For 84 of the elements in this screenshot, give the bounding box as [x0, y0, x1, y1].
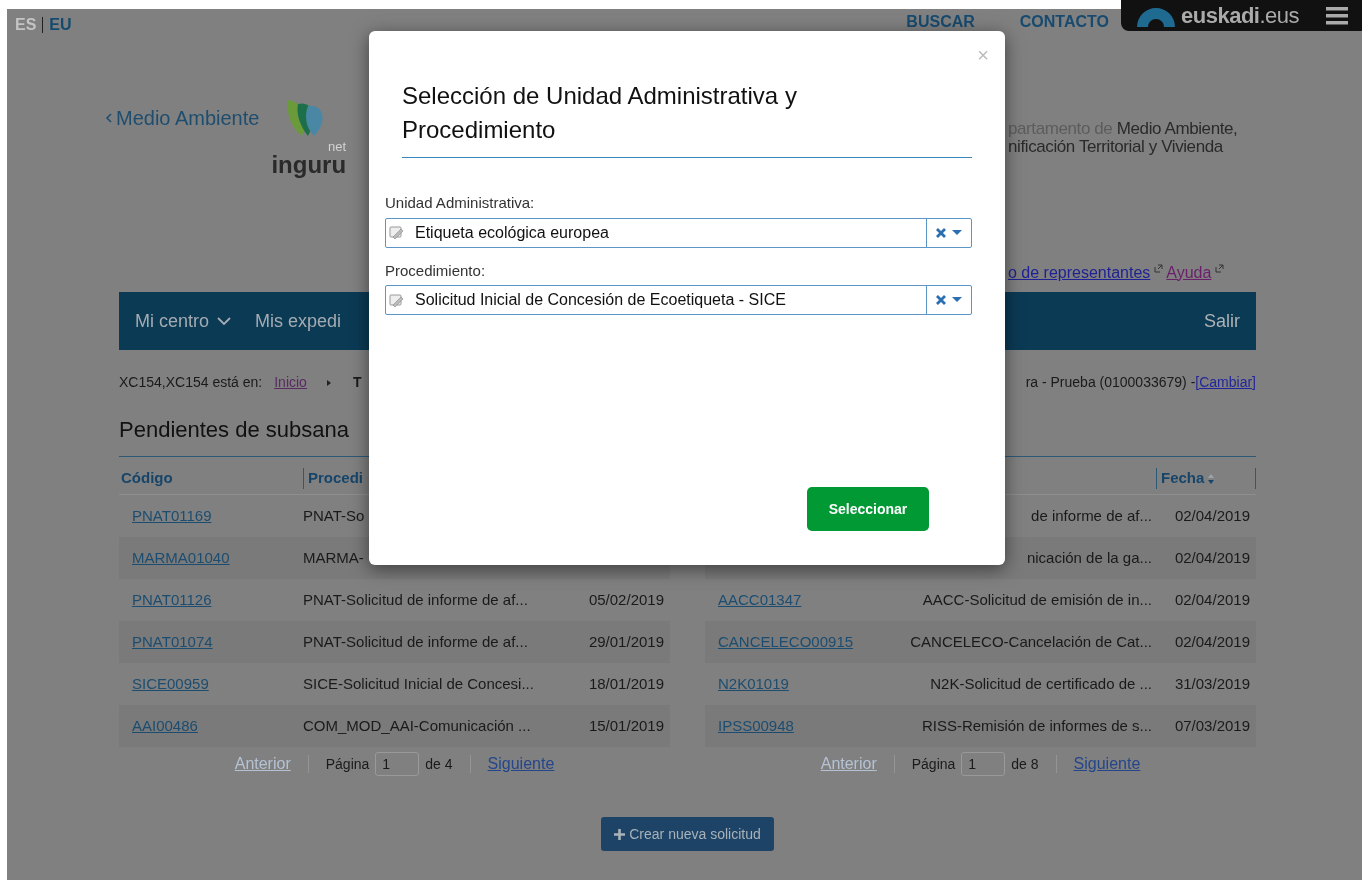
language-link[interactable]: EU	[49, 13, 72, 37]
page-total: de 8	[1011, 754, 1039, 774]
code-link[interactable]: AAI00486	[121, 716, 198, 734]
table-cell: 02/04/2019	[1174, 548, 1250, 566]
caret-down-icon[interactable]	[952, 229, 962, 236]
header-link[interactable]: Ayuda	[1166, 260, 1212, 285]
clear-icon[interactable]	[936, 295, 946, 305]
caret-right-icon	[326, 379, 331, 386]
code-link[interactable]: N2K01019	[707, 674, 789, 692]
menu-icon[interactable]	[1326, 6, 1348, 25]
code-link[interactable]: IPSS00948	[707, 716, 794, 734]
change-link[interactable]: [Cambiar]	[1195, 372, 1256, 393]
top-nav-link[interactable]: BUSCAR	[906, 10, 975, 34]
page-label: Página	[911, 754, 956, 774]
table-cell: 07/03/2019	[1174, 716, 1250, 734]
table-cell: 29/01/2019	[588, 632, 664, 650]
select-field[interactable]: Etiqueta ecológica europea	[385, 217, 972, 248]
table-cell: PNAT-Solicitud de informe de af...	[303, 590, 528, 608]
entity-context: ra - Prueba (0100033679) -	[1025, 373, 1196, 392]
table-cell: de informe de af...	[1031, 506, 1152, 524]
next-link[interactable]: Siguiente	[1073, 752, 1141, 776]
new-request-button[interactable]: Crear nueva solicitud	[601, 817, 774, 851]
department-name: nificación Territorial y Vivienda	[1008, 138, 1225, 156]
page-total: de 4	[425, 754, 453, 774]
external-link-icon	[1215, 264, 1225, 273]
field-label: Unidad Administrativa:	[385, 193, 536, 213]
close-button[interactable]: ×	[977, 45, 989, 65]
table-cell: 31/03/2019	[1174, 674, 1250, 692]
code-link[interactable]: PNAT01169	[121, 506, 212, 524]
select-field[interactable]: Solicitud Inicial de Concesión de Ecoetiqueta - SICE	[385, 285, 972, 315]
table-cell: 02/04/2019	[1174, 506, 1250, 524]
table-cell: 18/01/2019	[588, 674, 664, 692]
code-link[interactable]: CANCELECO00915	[707, 632, 854, 650]
page-input[interactable]: 1	[375, 752, 420, 776]
table-cell: PNAT-Solicitud de informe de af...	[303, 632, 528, 650]
top-nav-link[interactable]: CONTACTO	[1019, 10, 1109, 34]
table-cell: 02/04/2019	[1174, 590, 1250, 608]
column-header[interactable]: Fecha	[1161, 467, 1205, 490]
column-header: Código	[121, 467, 173, 488]
note-icon	[389, 225, 405, 240]
logo-suffix: net	[328, 140, 347, 153]
chevron-left-icon	[105, 113, 112, 123]
table-cell: PNAT-So	[303, 506, 365, 524]
table-cell: CANCELECO-Cancelación de Cat...	[910, 632, 1152, 650]
caret-down-icon[interactable]	[952, 297, 962, 303]
modal-title: Selección de Unidad Administrativa y Procedimiento	[402, 81, 798, 145]
sort-icon[interactable]	[1207, 472, 1216, 485]
next-link[interactable]: Siguiente	[487, 752, 555, 776]
chevron-down-icon	[217, 316, 232, 326]
plus-icon	[614, 828, 626, 840]
portal-logo[interactable]: euskadi.eus	[1181, 0, 1300, 32]
select-button[interactable]: Seleccionar	[807, 487, 929, 531]
column-header: Procedi	[308, 468, 364, 489]
code-link[interactable]: PNAT01126	[121, 590, 212, 608]
table-cell: N2K-Solicitud de certificado de ...	[930, 674, 1152, 692]
table-cell: COM_MOD_AAI-Comunicación ...	[303, 716, 531, 734]
external-link-icon	[1154, 264, 1164, 273]
header-link[interactable]: o de representantes	[1008, 260, 1151, 285]
nav-menu-item[interactable]: Mi centro	[135, 307, 232, 335]
code-link[interactable]: MARMA01040	[121, 548, 230, 566]
nav-menu-item[interactable]: Mis expedi	[255, 307, 342, 335]
table-cell: nicación de la ga...	[1026, 548, 1152, 566]
table-cell: 15/01/2019	[588, 716, 664, 734]
table-cell: RISS-Remisión de informes de s...	[921, 716, 1152, 734]
code-link[interactable]: SICE00959	[121, 674, 209, 692]
logout-link[interactable]: Salir	[1204, 307, 1240, 335]
table-cell: SICE-Solicitud Inicial de Concesi...	[303, 674, 534, 692]
clear-icon[interactable]	[936, 227, 946, 238]
page-input[interactable]: 1	[961, 752, 1006, 776]
code-link[interactable]: PNAT01074	[121, 632, 213, 650]
note-icon	[389, 292, 405, 308]
table-cell: MARMA-	[303, 548, 364, 566]
logo-name: inguru	[271, 153, 347, 177]
table-cell: 05/02/2019	[588, 590, 664, 608]
language-link[interactable]: ES	[15, 13, 37, 37]
field-label: Procedimiento:	[385, 260, 487, 281]
breadcrumb-current: T	[352, 373, 362, 392]
code-link[interactable]: AACC01347	[707, 590, 802, 608]
table-cell: AACC-Solicitud de emisión de in...	[922, 590, 1152, 608]
back-link[interactable]: Medio Ambiente	[116, 103, 260, 133]
page-label: Página	[325, 754, 370, 774]
table-cell: 02/04/2019	[1174, 632, 1250, 650]
breadcrumb-link[interactable]: Inicio	[274, 372, 307, 393]
breadcrumb-user: XC154,XC154 está en:	[119, 373, 263, 392]
